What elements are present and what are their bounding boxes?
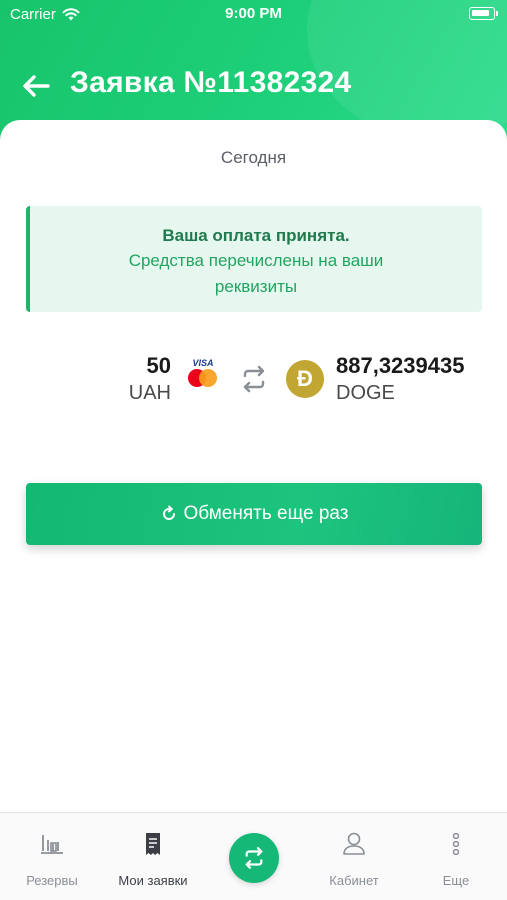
- repeat-exchange-label: Обменять еще раз: [183, 503, 349, 524]
- exchange-tab-button[interactable]: [229, 833, 279, 883]
- user-icon: [343, 832, 365, 855]
- date-label: Сегодня: [220, 148, 287, 167]
- to-currency: DOGE: [336, 382, 395, 404]
- tab-bar: Резервы Мои заявки Кабинет Еще: [0, 812, 507, 900]
- status-time: 9:00 PM: [225, 5, 282, 22]
- tab-more-label: Еще: [442, 873, 470, 888]
- from-amount: 50 UAH: [129, 353, 171, 407]
- tab-more[interactable]: Еще: [406, 813, 506, 900]
- tab-my-orders-label: Мои заявки: [118, 873, 188, 888]
- from-amount-value: 50: [146, 353, 171, 378]
- page-title: Заявка №11382324: [70, 66, 352, 99]
- mastercard-icon: [188, 369, 218, 387]
- from-currency: UAH: [128, 382, 171, 404]
- back-arrow-icon[interactable]: [20, 70, 52, 102]
- payment-accepted-notice: Ваша оплата принята. Средства перечислен…: [26, 206, 482, 312]
- swap-icon: [243, 365, 265, 393]
- tab-my-orders[interactable]: Мои заявки: [103, 813, 203, 900]
- to-amount-value: 887,3239435: [336, 353, 465, 378]
- receipt-icon: [146, 833, 160, 855]
- battery-icon: [469, 7, 498, 20]
- to-amount: 887,3239435 DOGE: [336, 353, 464, 407]
- refresh-icon: [162, 505, 175, 520]
- tab-reserves[interactable]: Резервы: [2, 813, 102, 900]
- tab-cabinet[interactable]: Кабинет: [304, 813, 404, 900]
- exchange-summary: 50 UAH VISA Đ 887,3239435 DOGE: [0, 348, 507, 418]
- tab-reserves-label: Резервы: [26, 873, 78, 888]
- repeat-exchange-button[interactable]: Обменять еще раз: [26, 483, 482, 545]
- doge-coin-icon: Đ: [286, 360, 324, 398]
- notice-title: Ваша оплата принята.: [162, 226, 350, 245]
- more-icon: [452, 832, 460, 856]
- exchange-icon: [245, 847, 263, 869]
- visa-label: VISA: [192, 358, 214, 368]
- notice-text: Средства перечислены на ваши реквизиты: [128, 251, 384, 296]
- tab-cabinet-label: Кабинет: [329, 873, 379, 888]
- visa-mastercard-icon: VISA: [186, 358, 220, 394]
- status-bar: Carrier 9:00 PM: [0, 0, 507, 28]
- order-details-sheet: Сегодня Ваша оплата принята. Средства пе…: [0, 120, 507, 820]
- reserves-icon: [41, 835, 63, 854]
